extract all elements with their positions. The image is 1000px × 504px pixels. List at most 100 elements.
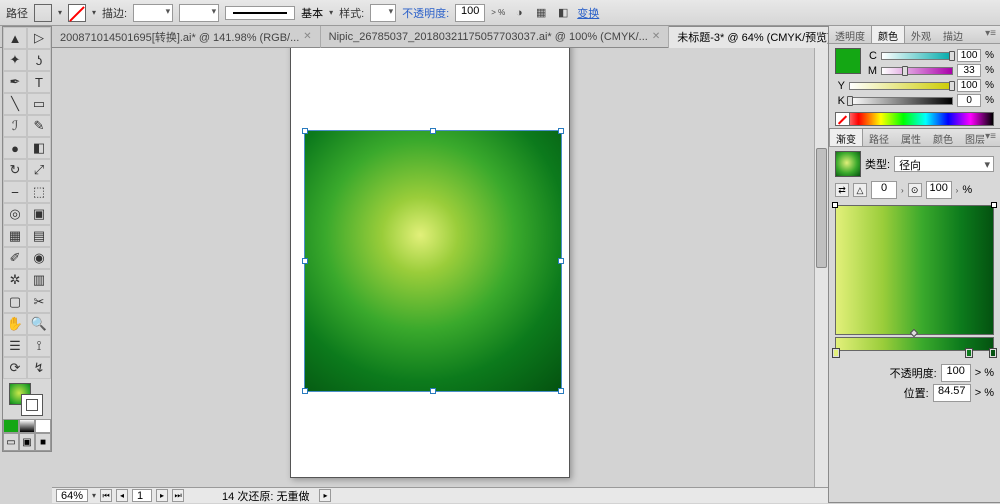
line-tool-icon[interactable]: ╲ — [3, 93, 27, 115]
close-icon[interactable]: ✕ — [652, 31, 660, 42]
fill-swatch[interactable] — [34, 4, 52, 22]
stroke-swatch-none[interactable] — [68, 4, 86, 22]
tab-stroke[interactable]: 描边 — [937, 26, 969, 43]
blend-tool-icon[interactable]: ◉ — [27, 247, 51, 269]
tab-gradient[interactable]: 渐变 — [829, 129, 863, 146]
channel-slider[interactable] — [881, 52, 953, 60]
vertical-scrollbar[interactable] — [814, 48, 828, 487]
channel-value[interactable]: 33 — [957, 64, 981, 77]
channel-slider[interactable] — [849, 82, 953, 90]
stroke-weight-select[interactable] — [133, 4, 173, 22]
resize-handle[interactable] — [558, 258, 564, 264]
normal-screen-icon[interactable]: ▭ — [3, 433, 19, 451]
blob-brush-tool-icon[interactable]: ● — [3, 137, 27, 159]
scroll-thumb[interactable] — [816, 148, 827, 268]
gradient-tool-icon[interactable]: ▤ — [27, 225, 51, 247]
panel-menu-icon[interactable]: ▾≡ — [985, 131, 996, 142]
transform-link[interactable]: 变换 — [577, 5, 599, 21]
tab-appearance[interactable]: 外观 — [905, 26, 937, 43]
gradient-mode-icon[interactable] — [19, 419, 35, 433]
stroke-color-icon[interactable] — [21, 394, 43, 416]
gradient-annotator-handle[interactable] — [832, 202, 838, 208]
aspect-stepper[interactable]: › — [956, 186, 959, 195]
status-menu-arrow[interactable]: ▸ — [319, 489, 331, 502]
channel-slider[interactable] — [881, 67, 953, 75]
opacity-label[interactable]: 不透明度: — [402, 5, 449, 21]
resize-handle[interactable] — [302, 128, 308, 134]
last-artboard-icon[interactable]: ⏭ — [172, 489, 184, 502]
presentation-icon[interactable]: ■ — [35, 433, 51, 451]
paintbrush-tool-icon[interactable]: ℐ — [3, 115, 27, 137]
perspective-tool-icon[interactable]: ▣ — [27, 203, 51, 225]
opacity-input[interactable]: 100 — [455, 4, 485, 22]
mesh-tool-icon[interactable]: ▦ — [3, 225, 27, 247]
shape-builder-tool-icon[interactable]: ◎ — [3, 203, 27, 225]
slice-tool-icon[interactable]: ✂ — [27, 291, 51, 313]
tab-color[interactable]: 颜色 — [871, 26, 905, 43]
stroke-menu-arrow[interactable]: ▾ — [92, 8, 96, 17]
close-icon[interactable]: ✕ — [303, 31, 311, 42]
angle-stepper[interactable]: › — [901, 186, 904, 195]
channel-slider[interactable] — [849, 97, 953, 105]
gradient-swatch[interactable] — [835, 151, 861, 177]
selected-object[interactable] — [304, 130, 562, 392]
stop-opacity-input[interactable]: 100 — [941, 364, 971, 382]
slider-thumb[interactable] — [847, 96, 853, 106]
slider-thumb[interactable] — [949, 81, 955, 91]
solid-mode-icon[interactable] — [3, 419, 19, 433]
gradient-stop[interactable] — [832, 348, 840, 358]
gradient-annotator-handle[interactable] — [991, 202, 997, 208]
resize-handle[interactable] — [558, 388, 564, 394]
graph-tool-icon[interactable]: ▥ — [27, 269, 51, 291]
tab-path[interactable]: 路径 — [863, 129, 895, 146]
hand-tool-icon[interactable]: ✋ — [3, 313, 27, 335]
symbol-tool-icon[interactable]: ✲ — [3, 269, 27, 291]
eraser-tool-icon[interactable]: ◧ — [27, 137, 51, 159]
gradient-stop[interactable] — [965, 348, 973, 358]
full-screen-icon[interactable]: ▣ — [19, 433, 35, 451]
resize-handle[interactable] — [430, 128, 436, 134]
next-artboard-icon[interactable]: ▸ — [156, 489, 168, 502]
panel-menu-icon[interactable]: ▾≡ — [985, 28, 996, 39]
zoom-select[interactable]: 64% — [56, 489, 88, 502]
brush-select[interactable] — [179, 4, 219, 22]
zoom-tool-icon[interactable]: 🔍 — [27, 313, 51, 335]
channel-value[interactable]: 0 — [957, 94, 981, 107]
none-mode-icon[interactable] — [35, 419, 51, 433]
resize-handle[interactable] — [302, 258, 308, 264]
fill-stroke-block[interactable] — [3, 379, 51, 419]
type-tool-icon[interactable]: T — [27, 71, 51, 93]
artboard-number[interactable]: 1 — [132, 489, 152, 502]
magic-wand-tool-icon[interactable]: ✦ — [3, 49, 27, 71]
lasso-tool-icon[interactable]: ʖ — [27, 49, 51, 71]
angle-input[interactable]: 0 — [871, 181, 897, 199]
gradient-type-select[interactable]: 径向 — [894, 156, 994, 172]
channel-value[interactable]: 100 — [957, 49, 981, 62]
reverse-gradient-icon[interactable]: ⇄ — [835, 183, 849, 197]
selection-tool-icon[interactable]: ▲ — [3, 27, 27, 49]
gradient-ramp[interactable] — [835, 337, 994, 351]
fill-menu-arrow[interactable]: ▾ — [58, 8, 62, 17]
artboard-tool-icon[interactable]: ▢ — [3, 291, 27, 313]
measure-tool-icon[interactable]: ⟟ — [27, 335, 51, 357]
doc-tab-2[interactable]: 未标题-3* @ 64% (CMYK/预览)✕ — [669, 26, 852, 48]
prev-artboard-icon[interactable]: ◂ — [116, 489, 128, 502]
zoom-menu-arrow[interactable]: ▾ — [92, 491, 96, 500]
tab-color2[interactable]: 颜色 — [927, 129, 959, 146]
width-tool-icon[interactable]: ⎯ — [3, 181, 27, 203]
gradient-preview[interactable] — [835, 205, 994, 335]
misc-tool-2-icon[interactable]: ↯ — [27, 357, 51, 379]
slider-thumb[interactable] — [902, 66, 908, 76]
direct-selection-tool-icon[interactable]: ▷ — [27, 27, 51, 49]
doc-tab-0[interactable]: 200871014501695[转换].ai* @ 141.98% (RGB/.… — [52, 26, 321, 48]
eyedropper-tool-icon[interactable]: ✐ — [3, 247, 27, 269]
scale-tool-icon[interactable]: ⤢ — [27, 159, 51, 181]
pencil-tool-icon[interactable]: ✎ — [27, 115, 51, 137]
print-tiling-tool-icon[interactable]: ☰ — [3, 335, 27, 357]
pen-tool-icon[interactable]: ✒ — [3, 71, 27, 93]
isolate-icon[interactable]: ◧ — [555, 5, 571, 21]
misc-tool-1-icon[interactable]: ⟳ — [3, 357, 27, 379]
align-icon[interactable]: ▦ — [533, 5, 549, 21]
stop-location-input[interactable]: 84.57 — [933, 384, 971, 402]
channel-value[interactable]: 100 — [957, 79, 981, 92]
